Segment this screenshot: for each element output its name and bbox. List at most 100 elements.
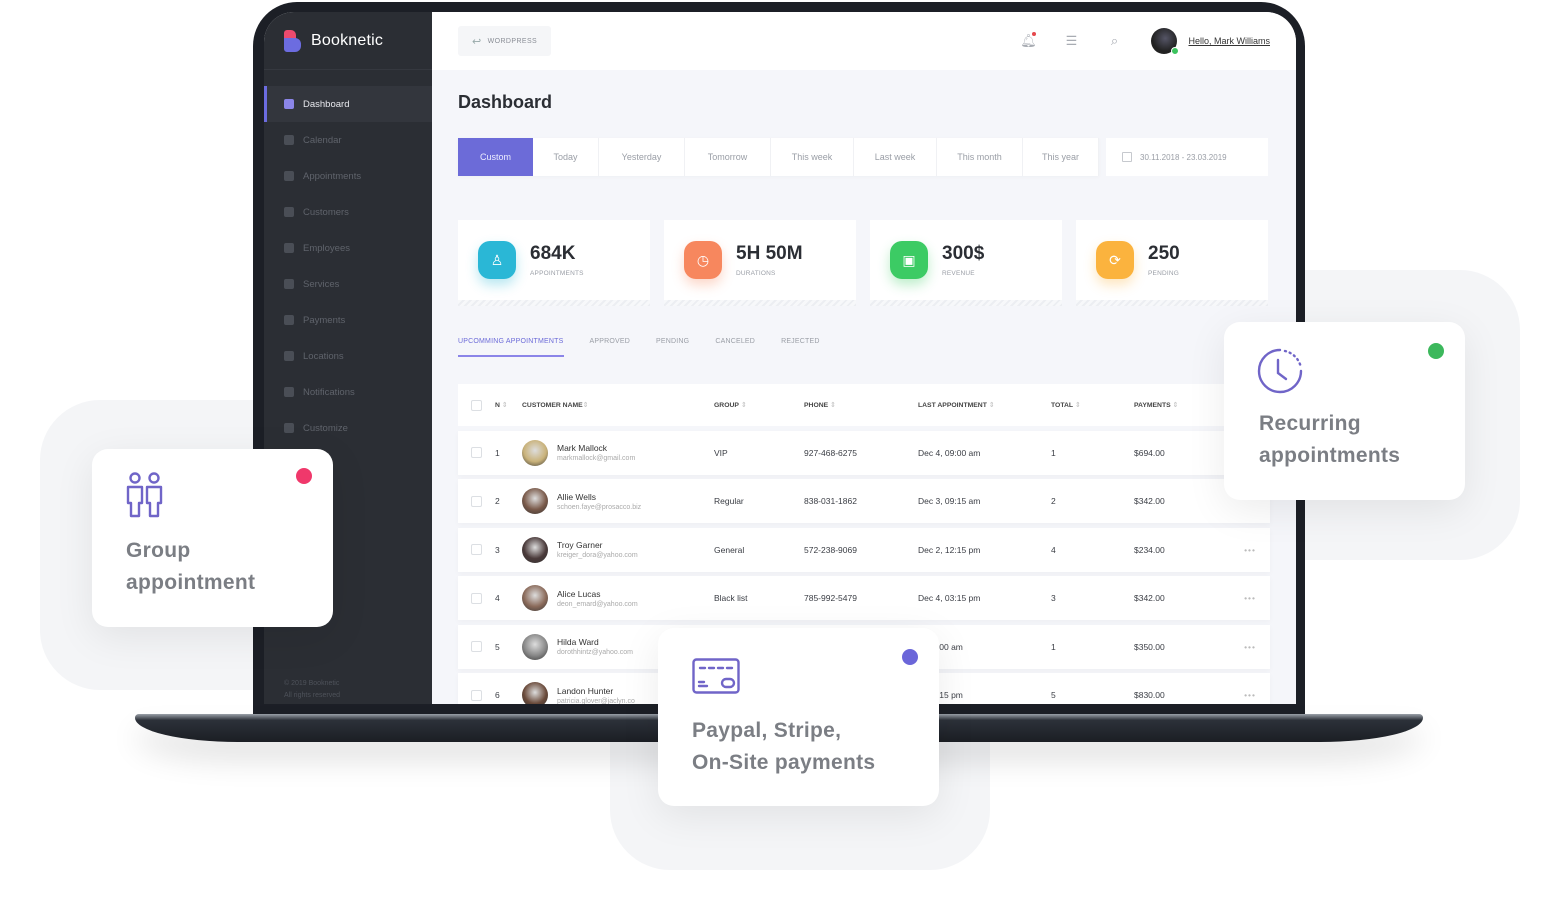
sort-icon[interactable]: ⇕ (1073, 402, 1081, 409)
stats-cards: ♙ 684K APPOINTMENTS ◷ 5H 50M DURATIONS ▣ 300$ RE… (458, 220, 1268, 306)
row-select-cell (458, 592, 495, 604)
row-checkbox[interactable] (471, 592, 482, 604)
filter-this-year[interactable]: This year (1023, 138, 1099, 176)
filter-button-group: Custom Today Yesterday Tomorrow This week Las… (458, 138, 1099, 176)
row-checkbox[interactable] (471, 689, 482, 701)
calendar-icon (1122, 152, 1132, 162)
row-number: 5 (495, 641, 500, 652)
date-filters: Custom Today Yesterday Tomorrow This week Las… (458, 138, 1268, 176)
sort-icon[interactable]: ⇕ (583, 401, 589, 409)
table-row[interactable]: 3 Troy Garner kreiger_dora@yahoo.com Genera… (458, 527, 1270, 572)
filter-yesterday[interactable]: Yesterday (599, 138, 685, 176)
table-row[interactable]: 1 Mark Mallock markmallock@gmail.com VIP 927… (458, 430, 1270, 475)
row-number: 6 (495, 690, 500, 700)
customer-avatar (522, 633, 548, 660)
column-header-n[interactable]: N ⇕ (495, 401, 522, 409)
row-number: 1 (495, 447, 500, 458)
table-row[interactable]: 4 Alice Lucas deon_emard@yahoo.com Black li… (458, 576, 1270, 620)
filter-custom[interactable]: Custom (458, 138, 533, 176)
column-header-group[interactable]: GROUP ⇕ (714, 401, 804, 409)
tab-canceled[interactable]: CANCELED (715, 338, 755, 357)
payment-amount: $234.00 (1134, 544, 1165, 555)
more-options-icon[interactable]: ••• (1234, 642, 1270, 652)
column-header-payments[interactable]: PAYMENTS ⇕ (1134, 401, 1234, 409)
sidebar-item-notifications[interactable]: Notifications (264, 374, 432, 410)
sidebar-item-services[interactable]: Services (264, 266, 432, 302)
calendar-icon (284, 135, 294, 145)
table-row[interactable]: 2 Allie Wells schoen.faye@prosacco.biz Regu… (458, 479, 1270, 523)
filter-last-week[interactable]: Last week (854, 138, 937, 176)
row-checkbox[interactable] (471, 641, 482, 652)
last-appointment: Dec 2, 12:15 pm (918, 544, 981, 555)
row-checkbox[interactable] (471, 544, 482, 555)
sidebar-item-label: Appointments (303, 170, 362, 182)
row-checkbox[interactable] (471, 447, 482, 458)
customer-name: Hilda Ward (557, 637, 599, 647)
sidebar-item-employees[interactable]: Employees (264, 230, 432, 266)
select-all-checkbox[interactable] (471, 399, 482, 411)
row-number: 2 (495, 496, 500, 506)
sidebar-item-payments[interactable]: Payments (264, 302, 432, 338)
sort-icon[interactable]: ⇕ (739, 402, 747, 409)
customer-email: dorothhintz@yahoo.com (557, 649, 633, 656)
tab-rejected[interactable]: REJECTED (781, 338, 820, 357)
sidebar-item-appointments[interactable]: Appointments (264, 158, 432, 194)
row-select-cell (458, 495, 495, 507)
feature-title-line: On-Site payments (692, 751, 876, 774)
sidebar-item-dashboard[interactable]: Dashboard (264, 86, 432, 122)
sidebar-item-customers[interactable]: Customers (264, 194, 432, 230)
booknetic-logo-icon (284, 29, 301, 52)
status-dot (902, 649, 918, 665)
filter-this-week[interactable]: This week (771, 138, 854, 176)
group-people-icon (126, 472, 163, 518)
sidebar-item-label: Notifications (303, 386, 355, 398)
user-greeting-link[interactable]: Hello, Mark Williams (1188, 36, 1270, 46)
column-header-phone[interactable]: PHONE ⇕ (804, 401, 918, 409)
tab-upcomming-appointments[interactable]: UPCOMMING APPOINTMENTS (458, 338, 564, 357)
brush-icon (284, 423, 294, 433)
customer-name: Allie Wells (557, 491, 597, 502)
customer-info: Allie Wells schoen.faye@prosacco.biz (557, 492, 641, 511)
sidebar-item-label: Customers (303, 206, 349, 218)
date-range-picker[interactable]: 30.11.2018 - 23.03.2019 (1106, 138, 1268, 176)
user-icon: ♙ (478, 241, 516, 279)
sort-icon[interactable]: ⇕ (987, 402, 995, 409)
stat-text: 5H 50M DURATIONS (736, 243, 803, 277)
sort-icon[interactable]: ⇕ (1171, 402, 1179, 409)
column-label: LAST APPOINTMENT (918, 402, 987, 409)
back-arrow-icon: ↩ (472, 35, 482, 48)
row-checkbox[interactable] (471, 495, 482, 507)
clock-icon: ◷ (684, 241, 722, 279)
column-header-last-appointment[interactable]: LAST APPOINTMENT ⇕ (918, 401, 1051, 409)
settings-sliders-icon[interactable]: ☰ (1062, 32, 1080, 50)
sidebar-item-locations[interactable]: Locations (264, 338, 432, 374)
bell-icon[interactable]: 🔔︎ (1019, 32, 1037, 50)
filter-today[interactable]: Today (533, 138, 599, 176)
filter-this-month[interactable]: This month (937, 138, 1023, 176)
search-icon[interactable]: ⌕ (1105, 32, 1123, 50)
stat-label: DURATIONS (736, 270, 776, 277)
column-header-customer-name[interactable]: CUSTOMER NAME ⇕ (522, 401, 714, 410)
sort-icon[interactable]: ⇕ (828, 402, 836, 409)
tab-approved[interactable]: APPROVED (590, 338, 631, 357)
sidebar-item-calendar[interactable]: Calendar (264, 122, 432, 158)
user-avatar[interactable] (1151, 28, 1180, 55)
users-icon (284, 243, 294, 253)
tab-pending[interactable]: PENDING (656, 338, 689, 357)
sort-icon[interactable]: ⇕ (500, 402, 508, 409)
column-header-total[interactable]: TOTAL ⇕ (1051, 401, 1134, 409)
wordpress-back-button[interactable]: ↩ WORDPRESS (458, 26, 552, 56)
sidebar-item-customize[interactable]: Customize (264, 410, 432, 446)
stat-value: 5H 50M (736, 243, 803, 264)
more-options-icon[interactable]: ••• (1234, 690, 1270, 700)
customer-avatar (522, 536, 548, 563)
feature-title-line: appointments (1259, 444, 1401, 467)
more-options-icon[interactable]: ••• (1234, 545, 1270, 555)
bell-icon (284, 387, 294, 397)
more-options-icon[interactable]: ••• (1234, 593, 1270, 603)
stat-value: 300$ (942, 243, 985, 264)
customer-avatar (522, 682, 548, 704)
filter-tomorrow[interactable]: Tomorrow (685, 138, 771, 176)
customer-avatar (522, 488, 548, 514)
row-select-cell (458, 447, 495, 458)
